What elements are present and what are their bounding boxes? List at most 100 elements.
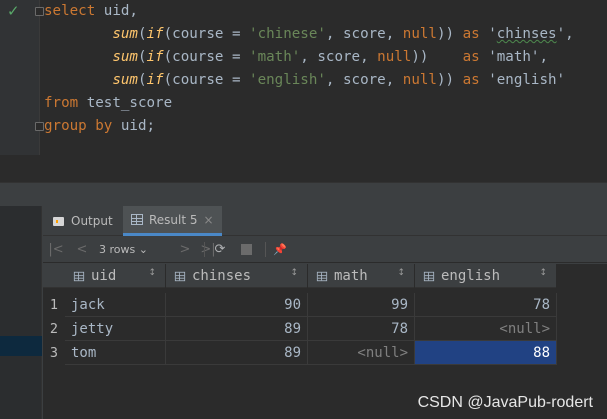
code-token: 'english' — [479, 72, 566, 88]
result-tabs: Output Result 5 × — [43, 206, 607, 236]
selected-session-marker[interactable] — [0, 336, 42, 356]
sort-icon[interactable]: ↕ — [290, 268, 298, 278]
code-token: 'math', — [479, 49, 549, 65]
code-line[interactable]: select uid, — [44, 0, 138, 23]
code-token: , score, — [325, 72, 403, 88]
cell-math[interactable]: 78 — [308, 317, 415, 341]
cell-chinses[interactable]: 89 — [166, 341, 308, 365]
code-token: ( — [137, 49, 147, 65]
column-icon — [316, 271, 328, 281]
tab-output-label: Output — [71, 214, 113, 228]
close-icon[interactable]: × — [204, 213, 214, 227]
tab-result-5[interactable]: Result 5 × — [123, 206, 222, 236]
result-toolbar: |< < 3 rows ⌄ > >| ⟳ 📌 — [43, 236, 607, 263]
refresh-icon[interactable]: ⟳ — [211, 236, 229, 263]
cell-uid[interactable]: jack — [65, 293, 166, 317]
column-icon — [423, 271, 435, 281]
column-name: english — [441, 268, 501, 284]
fold-icon[interactable] — [35, 122, 44, 131]
code-token: (course = — [163, 72, 250, 88]
code-token: ' — [479, 26, 497, 42]
next-page-button[interactable]: > — [176, 236, 194, 263]
first-page-button[interactable]: |< — [47, 236, 65, 263]
code-token: ', — [556, 26, 574, 42]
table-row[interactable]: 2 jetty 89 78 <null> — [43, 317, 557, 341]
code-line[interactable]: sum(if(course = 'math', score, null)) as… — [44, 46, 548, 69]
code-token: 'math' — [249, 49, 301, 65]
cell-uid[interactable]: tom — [65, 341, 166, 365]
code-token: as — [462, 26, 480, 42]
code-token: )) — [436, 26, 463, 42]
code-token: if — [146, 49, 164, 65]
column-name: math — [334, 268, 368, 284]
sort-icon[interactable]: ↕ — [539, 268, 547, 278]
column-header-english[interactable]: english ↕ — [415, 264, 557, 288]
code-token: , score, — [300, 49, 378, 65]
cell-math[interactable]: 99 — [308, 293, 415, 317]
cell-uid[interactable]: jetty — [65, 317, 166, 341]
code-token: group by — [44, 118, 113, 134]
code-token: test_score — [78, 95, 173, 111]
chevron-down-icon: ⌄ — [138, 243, 148, 256]
gutter-divider — [39, 0, 40, 155]
rows-count-dropdown[interactable]: 3 rows ⌄ — [99, 236, 148, 263]
table-row[interactable]: 1 jack 90 99 78 — [43, 293, 557, 317]
column-header-math[interactable]: math ↕ — [308, 264, 415, 288]
stop-icon[interactable] — [241, 244, 252, 255]
table-row[interactable]: 3 tom 89 <null> 88 — [43, 341, 557, 365]
code-token: if — [146, 26, 164, 42]
code-line[interactable]: sum(if(course = 'english', score, null))… — [44, 69, 565, 92]
editor-gutter: ✓ — [0, 0, 40, 155]
services-tool-window: Output Result 5 × |< < 3 rows ⌄ > >| ⟳ 📌… — [0, 206, 607, 419]
code-token: null — [402, 72, 437, 88]
editor-empty-area — [0, 155, 607, 182]
code-token: select — [44, 3, 96, 19]
code-token: uid; — [112, 118, 156, 134]
code-line[interactable]: group by uid; — [44, 115, 155, 138]
code-token: ( — [137, 26, 147, 42]
cell-chinses[interactable]: 90 — [166, 293, 308, 317]
cell-english-selected[interactable]: 88 — [415, 341, 557, 365]
code-token: as — [462, 72, 480, 88]
column-header-uid[interactable]: uid ↕ — [65, 264, 166, 288]
row-number[interactable]: 3 — [43, 341, 65, 365]
code-token: null — [402, 26, 437, 42]
code-token: sum — [112, 26, 138, 42]
fold-icon[interactable] — [35, 7, 44, 16]
table-icon — [131, 214, 143, 225]
code-token: null — [377, 49, 412, 65]
column-name: uid — [91, 268, 117, 284]
code-token: from — [44, 95, 79, 111]
watermark: CSDN @JavaPub-rodert — [417, 394, 593, 411]
rows-count-label: 3 rows — [99, 243, 136, 256]
sql-editor[interactable]: ✓ select uid, sum(if(course = 'chinese',… — [0, 0, 607, 155]
column-header-chinses[interactable]: chinses ↕ — [166, 264, 308, 288]
code-line[interactable]: sum(if(course = 'chinese', score, null))… — [44, 23, 574, 46]
code-token: sum — [112, 72, 138, 88]
toolbar-separator — [204, 242, 205, 257]
cell-chinses[interactable]: 89 — [166, 317, 308, 341]
previous-page-button[interactable]: < — [73, 236, 91, 263]
row-number[interactable]: 1 — [43, 293, 65, 317]
code-token: , score, — [325, 26, 403, 42]
code-token: 'english' — [249, 72, 326, 88]
output-icon — [53, 215, 65, 227]
cell-english[interactable]: 78 — [415, 293, 557, 317]
pin-icon[interactable]: 📌 — [271, 236, 289, 263]
check-icon: ✓ — [7, 2, 20, 20]
code-token: sum — [112, 49, 138, 65]
toolbar-separator — [265, 242, 266, 257]
code-token: as — [462, 49, 480, 65]
code-line[interactable]: from test_score — [44, 92, 172, 115]
cell-english[interactable]: <null> — [415, 317, 557, 341]
row-number[interactable]: 2 — [43, 317, 65, 341]
code-token: (course = — [163, 49, 250, 65]
sort-icon[interactable]: ↕ — [148, 268, 156, 278]
cell-math[interactable]: <null> — [308, 341, 415, 365]
panel-divider[interactable] — [0, 182, 607, 206]
tab-output[interactable]: Output — [53, 206, 113, 236]
tool-window-sidebar — [0, 206, 42, 419]
sort-icon[interactable]: ↕ — [397, 268, 405, 278]
